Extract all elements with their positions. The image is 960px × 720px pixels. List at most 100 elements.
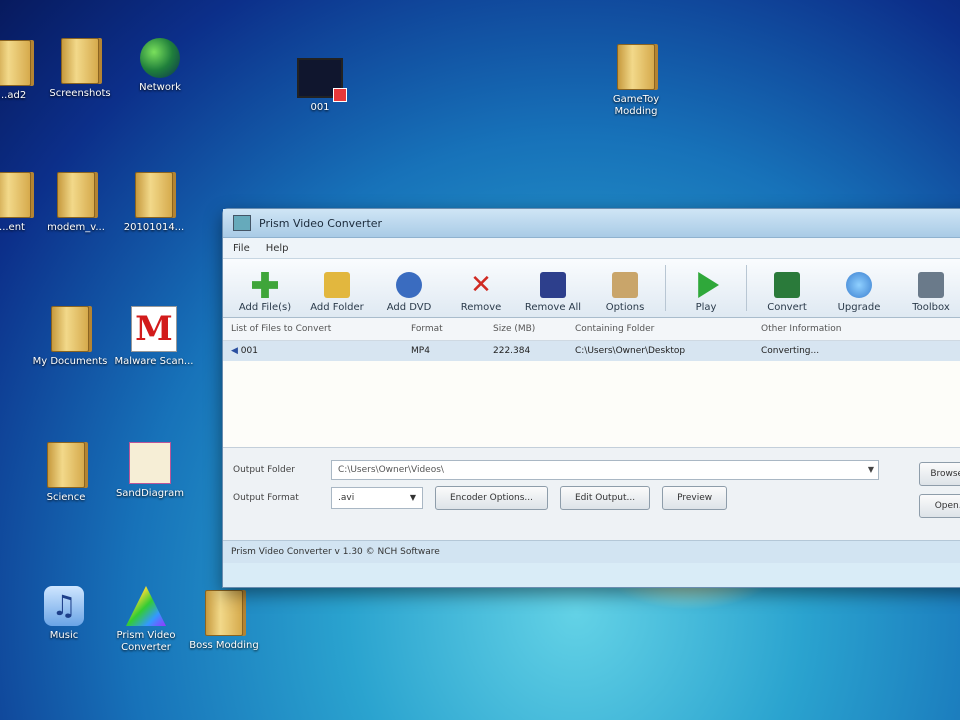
file-list-header: List of Files to Convert Format Size (MB… — [223, 318, 960, 341]
desktop-icon-label: 001 — [310, 102, 330, 113]
add-green-plus-icon — [252, 272, 278, 298]
add-dvd-label: Add DVD — [386, 302, 432, 313]
desktop-icon-gametoy-modding[interactable]: GameToy Modding — [596, 44, 676, 118]
browse-button[interactable]: Browse... — [919, 462, 960, 486]
add-folder-label: Add Folder — [310, 302, 364, 313]
play-button[interactable]: Play — [670, 272, 742, 317]
remove-all-label: Remove All — [524, 302, 582, 313]
edit-output-button[interactable]: Edit Output... — [559, 486, 651, 510]
menu-file[interactable]: File — [233, 243, 250, 254]
desktop-icon-sanddiagram[interactable]: SandDiagram — [110, 442, 190, 500]
output-format-label: Output Format — [233, 493, 299, 503]
col-folder[interactable]: Containing Folder — [575, 324, 761, 334]
dvd-add-icon — [396, 272, 422, 298]
encoder-options-button[interactable]: Encoder Options... — [435, 486, 548, 510]
row-info: Converting... — [761, 346, 820, 356]
window-titlebar[interactable]: Prism Video Converter — [223, 209, 960, 238]
desktop-icon-label: 20101014... — [123, 222, 185, 233]
desktop-icon-label: My Documents — [32, 356, 108, 367]
prism-converter-window[interactable]: Prism Video Converter File Help Add File… — [222, 208, 960, 588]
col-info[interactable]: Other Information — [761, 324, 951, 334]
desktop-icon-label: Malware Scan... — [114, 356, 194, 367]
desktop-icon-prism-video-converter[interactable]: Prism Video Converter — [106, 586, 186, 654]
folder-icon — [57, 172, 95, 218]
row-format: MP4 — [411, 346, 430, 356]
desktop-icon-001[interactable]: 001 — [280, 58, 360, 114]
app-icon — [233, 215, 251, 231]
toolbar-separator — [665, 265, 666, 311]
options-button[interactable]: Options — [589, 272, 661, 317]
music-note-icon: ♫ — [44, 586, 84, 626]
row-name-text: 001 — [240, 346, 258, 356]
col-format[interactable]: Format — [411, 324, 493, 334]
window-title: Prism Video Converter — [259, 216, 383, 230]
folder-icon — [135, 172, 173, 218]
desktop-icon-label: SandDiagram — [115, 488, 185, 499]
output-folder-label: Output Folder — [233, 465, 295, 475]
menu-bar: File Help — [223, 238, 960, 259]
output-folder-input[interactable]: C:\Users\Owner\Videos\ ▼ — [331, 460, 879, 480]
upgrade-label: Upgrade — [837, 302, 881, 313]
desktop-icon-label: Boss Modding — [189, 640, 259, 651]
col-files[interactable]: List of Files to Convert — [223, 324, 411, 334]
play-label: Play — [695, 302, 717, 313]
folder-icon — [0, 40, 31, 86]
row-size: 222.384 — [493, 346, 531, 356]
toolbox-icon — [918, 272, 944, 298]
convert-button[interactable]: Convert — [751, 272, 823, 317]
remove-button[interactable]: ✕ Remove — [445, 272, 517, 317]
remove-all-button[interactable]: Remove All — [517, 272, 589, 317]
desktop-icon-screenshots[interactable]: Screenshots — [40, 38, 120, 100]
output-folder-value: C:\Users\Owner\Videos\ — [338, 465, 444, 475]
speaker-icon: ◀ — [231, 346, 241, 356]
add-folder-button[interactable]: Add Folder — [301, 272, 373, 317]
folder-icon — [0, 172, 31, 218]
desktop-icon-20101014[interactable]: 20101014... — [114, 172, 194, 234]
desktop-icon-network[interactable]: Network — [120, 38, 200, 94]
desktop-icon-label: modem_v... — [47, 222, 105, 233]
table-row[interactable]: ◀ 001 MP4 222.384 C:\Users\Owner\Desktop… — [223, 341, 960, 361]
folder-icon — [47, 442, 85, 488]
add-files-button[interactable]: Add File(s) — [229, 272, 301, 317]
upgrade-button[interactable]: Upgrade — [823, 272, 895, 317]
open-button[interactable]: Open... — [919, 494, 960, 518]
desktop-icon-science[interactable]: Science — [26, 442, 106, 504]
desktop-icon-music[interactable]: ♫ Music — [24, 586, 104, 642]
desktop-icon-boss-modding[interactable]: Boss Modding — [184, 590, 264, 652]
remove-label: Remove — [460, 302, 502, 313]
desktop-icon-my-documents[interactable]: My Documents — [30, 306, 110, 368]
col-size[interactable]: Size (MB) — [493, 324, 575, 334]
row-folder: C:\Users\Owner\Desktop — [575, 346, 686, 356]
toolbar: Add File(s) Add Folder Add DVD ✕ Remove … — [223, 259, 960, 318]
output-format-select[interactable]: .avi ▼ — [331, 487, 423, 509]
toolbar-separator — [746, 265, 747, 311]
toolbox-button[interactable]: Toolbox — [895, 272, 960, 317]
desktop-icon-label: GameToy Modding — [612, 94, 660, 117]
folder-icon — [205, 590, 243, 636]
prism-app-icon — [126, 586, 166, 626]
options-label: Options — [605, 302, 645, 313]
toolbox-label: Toolbox — [912, 302, 950, 313]
desktop-icon-label: Science — [46, 492, 86, 503]
chevron-down-icon[interactable]: ▼ — [410, 488, 416, 508]
desktop-icon-modem[interactable]: modem_v... — [36, 172, 116, 234]
desktop-icon-label: Prism Video Converter — [116, 630, 176, 653]
folder-icon — [617, 44, 655, 90]
image-file-icon — [129, 442, 171, 484]
desktop-icon-label: Network — [139, 82, 181, 93]
video-file-icon — [297, 58, 347, 102]
output-format-value: .avi — [338, 493, 355, 503]
preview-button[interactable]: Preview — [662, 486, 728, 510]
menu-help[interactable]: Help — [266, 243, 289, 254]
malware-m-icon: M — [131, 306, 177, 352]
output-settings: Output Folder C:\Users\Owner\Videos\ ▼ B… — [223, 447, 960, 540]
folder-icon — [51, 306, 89, 352]
convert-icon — [774, 272, 800, 298]
desktop-icon-malware-scan[interactable]: M Malware Scan... — [114, 306, 194, 368]
add-dvd-button[interactable]: Add DVD — [373, 272, 445, 317]
add-files-label: Add File(s) — [238, 302, 292, 313]
desktop-icon-label: Screenshots — [49, 88, 111, 99]
desktop-icon-label: Music — [49, 630, 79, 641]
file-list-empty-area[interactable] — [223, 361, 960, 447]
chevron-down-icon[interactable]: ▼ — [868, 461, 874, 479]
